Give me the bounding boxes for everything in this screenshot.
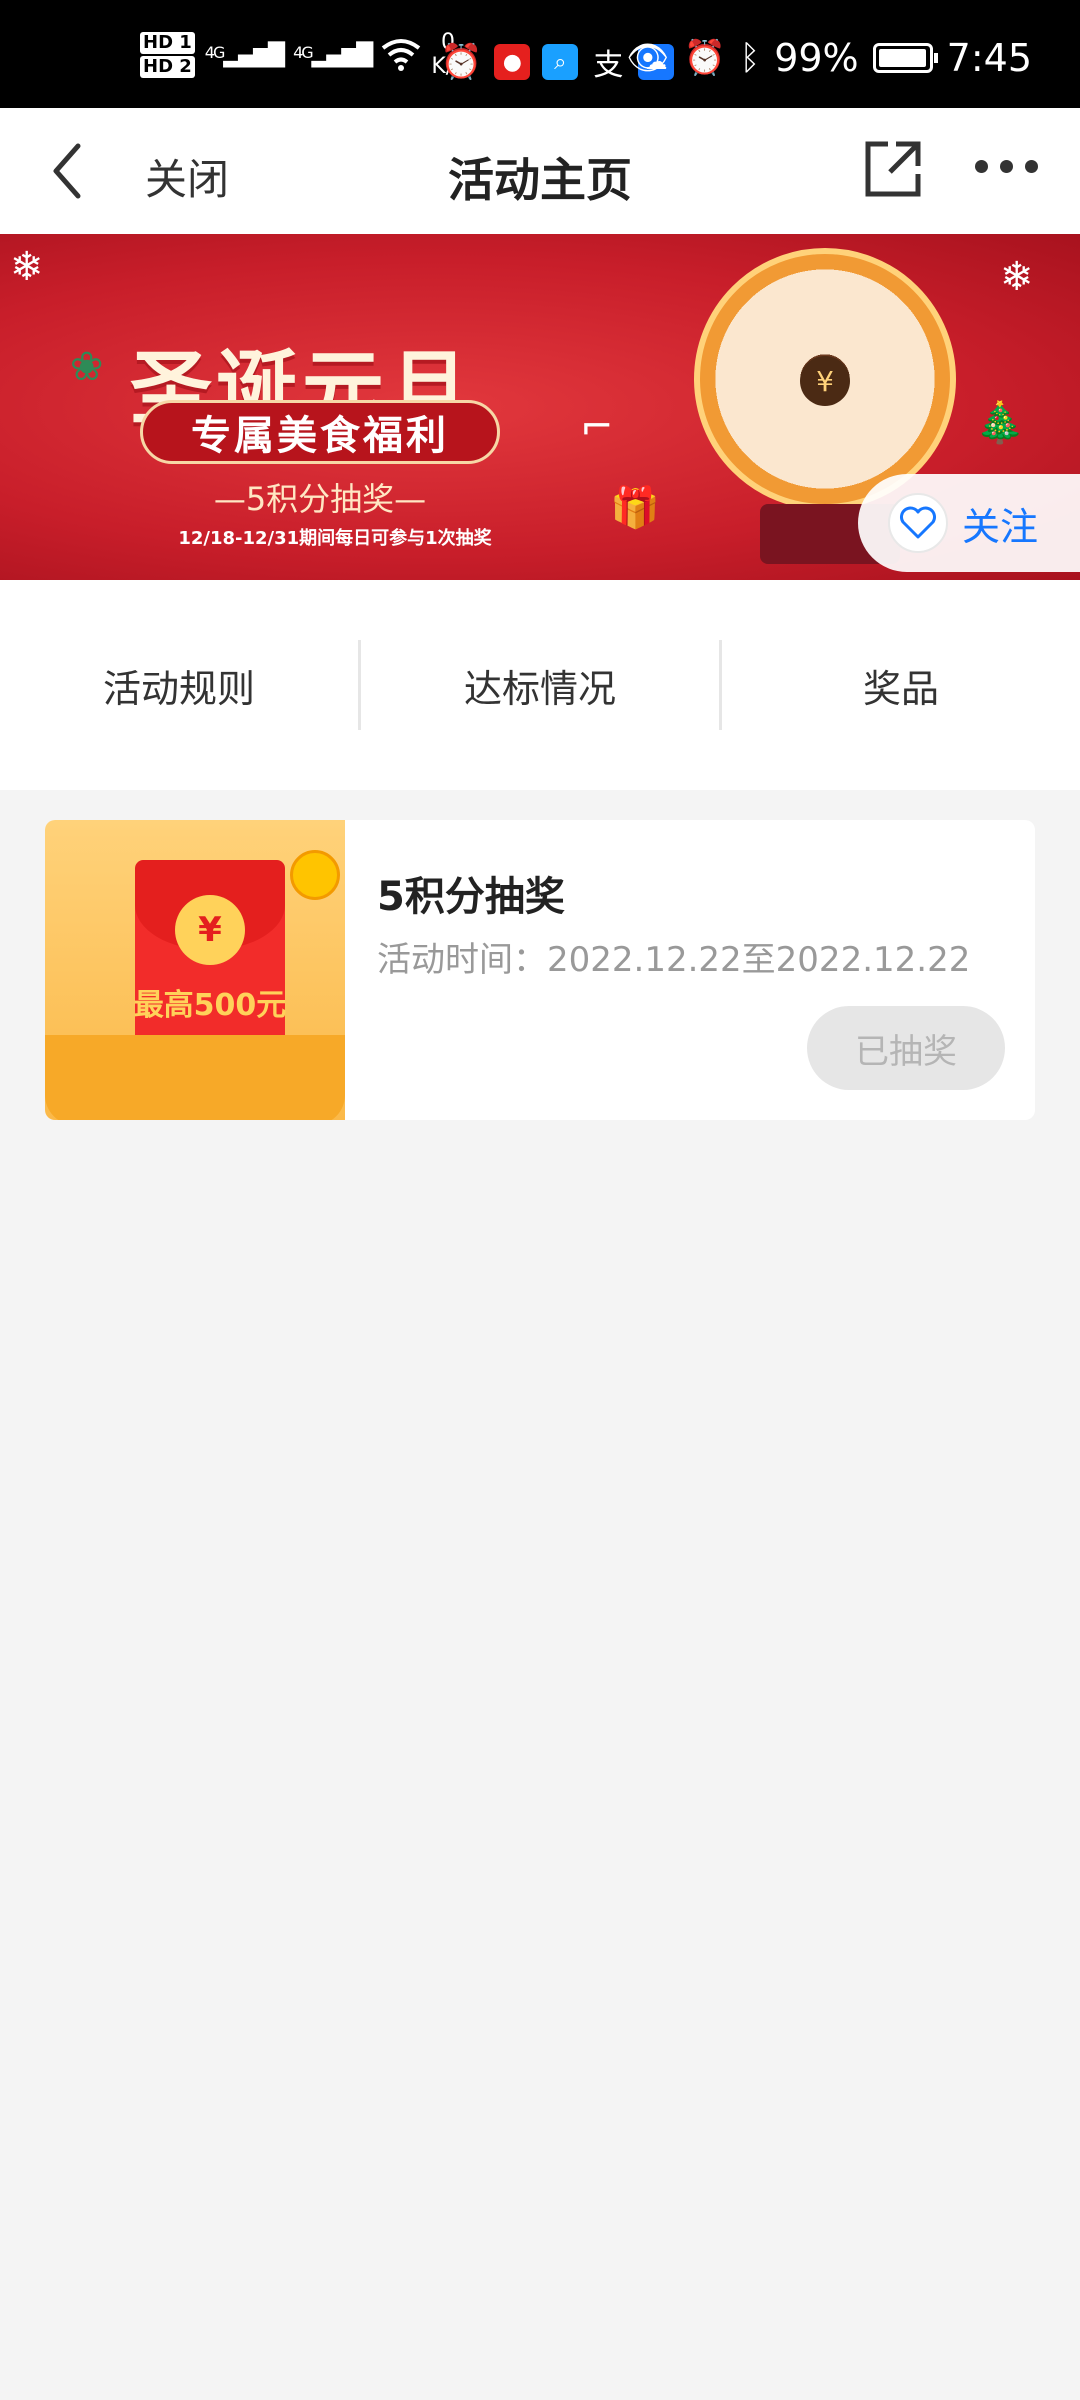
activity-time: 活动时间：2022.12.22至2022.12.22 [377,940,971,980]
battery-percent: 99% [774,36,859,80]
signal-icon-2: 4G▂▄▆█ [293,42,373,68]
signal-icon-1: 4G▂▄▆█ [204,42,285,68]
status-bar: HD 1 HD 2 4G▂▄▆█ 4G▂▄▆█ 0 K/s ⏰ ● ⌕ 支 ☁ … [0,0,1080,108]
banner-tagline: —5积分抽奖— [213,480,427,518]
tab-bar: 活动规则 达标情况 奖品 [0,580,1080,790]
banner-subtitle: 专属美食福利 [140,400,500,464]
eye-icon: 👁 [626,38,670,78]
battery-icon [872,43,938,73]
snowflake-icon: ❄ [10,244,44,290]
hd-badge-2: HD 2 [140,56,195,78]
tab-rules[interactable]: 活动规则 [0,658,358,713]
battery-level [878,49,927,67]
search-app-icon: ⌕ [542,44,579,80]
activity-title: 5积分抽奖 [377,874,565,920]
candy-cane-icon: ⌐ [580,404,614,450]
follow-label: 关注 [962,504,1039,549]
recorder-app-icon: ● [494,44,531,80]
network-type-1: 4G [204,42,226,62]
christmas-tree-icon: 🎄 [975,400,1025,446]
envelope-text: 最高500元 [133,988,287,1023]
activity-thumbnail: ¥ 最高500元 [45,820,345,1120]
wifi-icon [382,39,421,71]
tab-progress[interactable]: 达标情况 [361,658,719,713]
alarm-icon-2: ⏰ [683,38,726,78]
alipay-icon: 支 [590,44,627,83]
snowflake-icon-2: ❄ [1000,254,1034,300]
bluetooth-icon: ᛒ [739,38,761,78]
drawn-button[interactable]: 已抽奖 [807,1006,1005,1090]
hd-badges: HD 1 HD 2 [140,31,195,79]
signal-area: HD 1 HD 2 4G▂▄▆█ 4G▂▄▆█ 0 K/s [140,30,465,80]
envelope-coin: ¥ [175,895,245,965]
more-options-icon[interactable] [975,160,1038,173]
gold-coin-icon [290,850,340,900]
bowl-shape [45,1035,345,1120]
title-bar: 关闭 活动主页 [0,108,1080,234]
hd-badge-1: HD 1 [140,32,195,54]
alarm-icon: ⏰ [440,42,483,82]
tab-prizes[interactable]: 奖品 [722,658,1080,713]
share-icon[interactable] [862,138,924,200]
gift-icon: 🎁 [610,485,660,531]
system-status: 👁 ⏰ ᛒ 99% 7:45 [626,36,1032,80]
banner-date-text: 12/18-12/31期间每日可参与1次抽奖 [178,528,492,549]
follow-button[interactable]: 关注 [858,474,1080,572]
clock: 7:45 [946,36,1032,80]
network-type-2: 4G [293,42,314,62]
holly-icon: ❀ [70,344,104,390]
promo-banner[interactable]: ❄ ❀ ⌐ 🎁 🎄 ❄ 圣诞元旦 专属美食福利 —5积分抽奖— 12/18-12… [0,234,1080,580]
heart-icon [888,493,948,553]
activity-card[interactable]: ¥ 最高500元 5积分抽奖 活动时间：2022.12.22至2022.12.2… [45,820,1035,1120]
wheel-center: ¥ [800,356,850,406]
